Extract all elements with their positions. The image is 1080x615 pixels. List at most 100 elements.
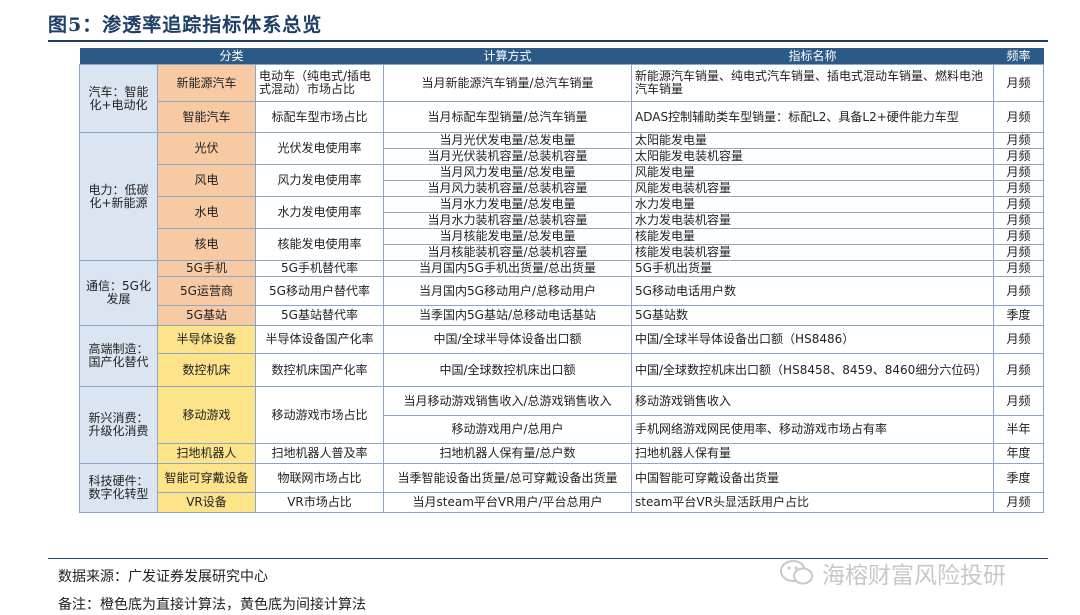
table-row: 电力：低碳化+新能源 光伏 光伏发电使用率 当月光伏发电量/总发电量 太阳能发电… [79, 132, 1045, 261]
subcategory-cell: 5G手机 [157, 260, 256, 277]
indicator-cell: 水力发电量 [631, 196, 995, 213]
metric-cell: VR市场占比 [254, 492, 385, 513]
indicator-cell: 中国/全球数控机床出口额（HS8458、8459、8460细分六位码） [631, 353, 995, 387]
freq-cell: 月频 [993, 353, 1045, 387]
header-freq: 频率 [993, 48, 1044, 65]
category-cell: 汽车：智能化+电动化 [79, 64, 158, 133]
indicator-cell: 5G移动电话用户数 [631, 276, 995, 306]
freq-cell: 月频 [993, 64, 1045, 102]
indicator-cell: 手机网络游戏网民使用率、移动游戏市场占有率 [631, 415, 995, 444]
table-row: 数控机床 数控机床国产化率 中国/全球数控机床出口额 中国/全球数控机床出口额（… [80, 353, 1045, 387]
metric-cell: 物联网市场占比 [254, 463, 385, 493]
category-cell: 高端制造：国产化替代 [79, 325, 158, 387]
freq-cell: 月频 [993, 386, 1045, 416]
metric-cell: 扫地机器人普及率 [254, 443, 385, 464]
freq-cell: 月频 [993, 180, 1045, 197]
method-cell: 当月国内5G移动用户/总移动用户 [383, 276, 633, 306]
metric-cell: 光伏发电使用率 [254, 132, 385, 165]
source-note: 数据来源：广发证券发展研究中心 [58, 569, 268, 585]
freq-cell: 年度 [993, 443, 1045, 464]
indicator-cell: 扫地机器人保有量 [631, 443, 995, 464]
method-cell: 当月移动游戏销售收入/总游戏销售收入 [383, 386, 633, 416]
subcategory-cell: 数控机床 [157, 353, 256, 387]
metric-cell: 5G基站替代率 [254, 305, 385, 326]
table-row: 科技硬件：数字化转型 智能可穿戴设备 物联网市场占比 当季智能设备出货量/总可穿… [79, 463, 1045, 513]
wechat-icon [780, 559, 814, 587]
table-row: VR设备 VR市场占比 当月steam平台VR用户/平台总用户 steam平台V… [80, 492, 1045, 513]
indicator-cell: 5G手机出货量 [631, 260, 995, 277]
freq-cell: 季度 [993, 305, 1045, 326]
subcategory-cell: 智能可穿戴设备 [157, 463, 256, 493]
metric-cell: 移动游戏市场占比 [254, 386, 385, 444]
title-rule [48, 40, 1048, 42]
table-row: 5G基站 5G基站替代率 当季国内5G基站/总移动电话基站 5G基站数 季度 [80, 305, 1045, 326]
metric-cell: 电动车（纯电式/插电式混动）市场占比 [254, 64, 385, 102]
indicator-cell: 5G基站数 [631, 305, 995, 326]
metric-cell: 半导体设备国产化率 [254, 325, 385, 354]
watermark-logo: 海榕财富风险投研 [780, 556, 1006, 590]
metric-cell: 核能发电使用率 [254, 228, 385, 261]
freq-cell: 月频 [993, 244, 1045, 261]
category-cell: 电力：低碳化+新能源 [79, 132, 158, 261]
freq-cell: 季度 [993, 463, 1045, 493]
header-category: 分类 [79, 48, 384, 65]
header-method: 计算方式 [383, 48, 632, 65]
metric-cell: 5G移动用户替代率 [254, 276, 385, 306]
subcategory-cell: VR设备 [157, 492, 256, 513]
method-cell: 当月水力发电量/总发电量 [383, 196, 633, 213]
metric-cell: 5G手机替代率 [254, 260, 385, 277]
method-cell: 当月光伏装机容量/总装机容量 [383, 148, 633, 165]
subcategory-cell: 风电 [157, 164, 256, 197]
freq-cell: 半年 [993, 415, 1045, 444]
freq-cell: 月频 [993, 132, 1045, 149]
category-cell: 新兴消费：升级化消费 [79, 386, 158, 464]
subcategory-cell: 扫地机器人 [157, 443, 256, 464]
freq-cell: 月频 [993, 148, 1045, 165]
table-row: 通信：5G化发展 5G手机 5G手机替代率 当月国内5G手机出货量/总出货量 5… [79, 260, 1045, 326]
method-cell: 当月新能源汽车销量/总汽车销量 [383, 64, 633, 102]
method-cell: 中国/全球数控机床出口额 [383, 353, 633, 387]
footnote: 备注：橙色底为直接计算法，黄色底为间接计算法 [58, 597, 366, 613]
subcategory-cell: 智能汽车 [157, 101, 256, 133]
table-row: 核电 核能发电使用率 当月核能发电量/总发电量 核能发电量 月频 [80, 228, 1045, 261]
method-cell: 移动游戏用户/总用户 [383, 415, 633, 444]
method-cell: 中国/全球半导体设备出口额 [383, 325, 633, 354]
freq-cell: 月频 [993, 325, 1045, 354]
subcategory-cell: 核电 [157, 228, 256, 261]
freq-cell: 月频 [993, 164, 1045, 181]
freq-cell: 月频 [993, 228, 1045, 245]
indicator-table: 分类 计算方式 指标名称 频率 汽车：智能化+电动化 新能源汽车 电动车（纯电式… [79, 48, 1045, 513]
method-cell: 当月核能发电量/总发电量 [383, 228, 633, 245]
indicator-cell: 新能源汽车销量、纯电式汽车销量、插电式混动车销量、燃料电池汽车销量 [631, 64, 995, 102]
method-cell: 当月光伏发电量/总发电量 [383, 132, 633, 149]
method-cell: 当月核能装机容量/总装机容量 [383, 244, 633, 261]
figure-title: 图5：渗透率追踪指标体系总览 [48, 14, 323, 36]
indicator-cell: ADAS控制辅助类车型销量：标配L2、具备L2+硬件能力车型 [631, 101, 995, 133]
method-cell: 当季智能设备出货量/总可穿戴设备出货量 [383, 463, 633, 493]
indicator-cell: 太阳能发电装机容量 [631, 148, 995, 165]
method-cell: 当月国内5G手机出货量/总出货量 [383, 260, 633, 277]
table-row: 5G运营商 5G移动用户替代率 当月国内5G移动用户/总移动用户 5G移动电话用… [80, 276, 1045, 306]
method-cell: 当月风力发电量/总发电量 [383, 164, 633, 181]
table-row: 高端制造：国产化替代 半导体设备 半导体设备国产化率 中国/全球半导体设备出口额… [79, 325, 1045, 387]
indicator-cell: 太阳能发电量 [631, 132, 995, 149]
metric-cell: 风力发电使用率 [254, 164, 385, 197]
metric-cell: 标配车型市场占比 [254, 101, 385, 133]
subcategory-cell: 半导体设备 [157, 325, 256, 354]
table-row: 扫地机器人 扫地机器人普及率 扫地机器人保有量/总户数 扫地机器人保有量 年度 [80, 443, 1045, 464]
indicator-cell: 核能发电装机容量 [631, 244, 995, 261]
method-cell: 当月水力装机容量/总装机容量 [383, 212, 633, 229]
method-cell: 当月steam平台VR用户/平台总用户 [383, 492, 633, 513]
indicator-cell: 核能发电量 [631, 228, 995, 245]
indicator-cell: 水力发电装机容量 [631, 212, 995, 229]
table-row: 风电 风力发电使用率 当月风力发电量/总发电量 风能发电量 月频 [80, 164, 1045, 197]
subcategory-cell: 5G运营商 [157, 276, 256, 306]
watermark-text: 海榕财富风险投研 [822, 563, 1006, 589]
subcategory-cell: 移动游戏 [157, 386, 256, 444]
freq-cell: 月频 [993, 260, 1045, 277]
freq-cell: 月频 [993, 196, 1045, 213]
header-indicator: 指标名称 [631, 48, 994, 65]
indicator-cell: 移动游戏销售收入 [631, 386, 995, 416]
method-cell: 当月风力装机容量/总装机容量 [383, 180, 633, 197]
table-row: 汽车：智能化+电动化 新能源汽车 电动车（纯电式/插电式混动）市场占比 当月新能… [79, 64, 1045, 133]
